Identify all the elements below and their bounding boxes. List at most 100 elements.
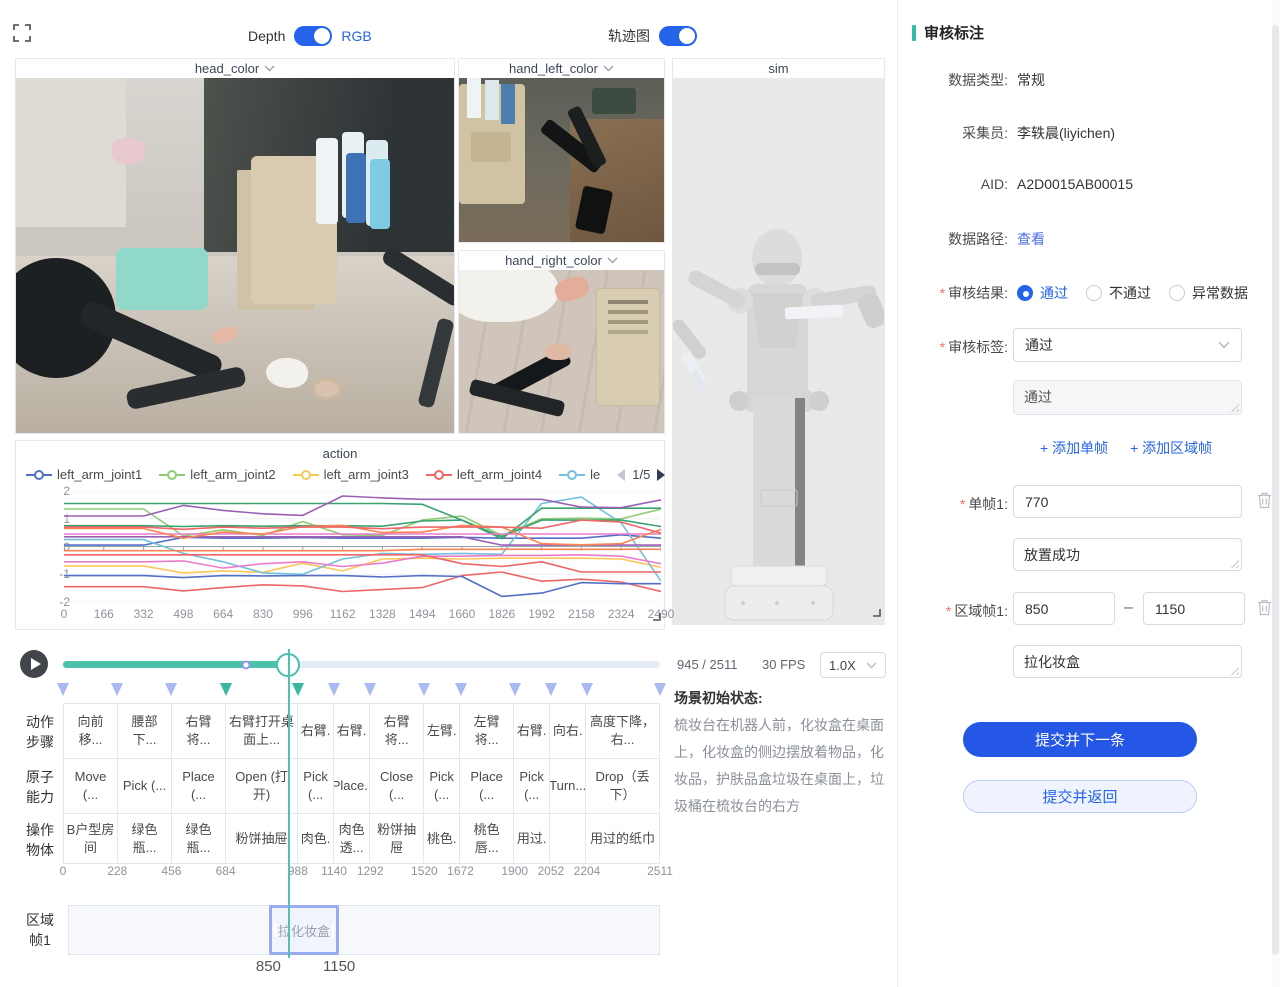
step-cell[interactable]: Place (... <box>172 759 226 813</box>
single-frame-dot[interactable] <box>242 660 251 669</box>
step-cell[interactable]: Pick (... <box>118 759 172 813</box>
legend-next-icon[interactable] <box>657 469 665 481</box>
step-cell[interactable]: 用过. <box>514 814 550 863</box>
step-cell[interactable]: Turn... <box>550 759 586 813</box>
depth-rgb-switch[interactable] <box>294 26 332 46</box>
timeline-marker[interactable] <box>418 683 430 696</box>
speed-select[interactable]: 1.0X <box>820 652 886 678</box>
timeline-marker[interactable] <box>292 683 304 696</box>
legend-item[interactable]: le <box>559 467 600 482</box>
step-cell[interactable]: Pick (... <box>298 759 334 813</box>
step-cell[interactable]: 高度下降，右... <box>586 704 659 758</box>
single-frame-note-textarea[interactable]: 放置成功 <box>1013 538 1242 571</box>
submit-next-button[interactable]: 提交并下一条 <box>963 722 1197 757</box>
single-frame-note-text: 放置成功 <box>1024 547 1080 563</box>
timeline-marker[interactable] <box>57 683 69 696</box>
scrollbar[interactable] <box>1271 0 1280 987</box>
review-panel-title: 审核标注 <box>912 22 984 43</box>
timeline-marker[interactable] <box>328 683 340 696</box>
resize-corner-icon[interactable] <box>651 608 661 626</box>
hand-left-camera-header[interactable]: hand_left_color <box>459 59 664 78</box>
review-tag-select[interactable]: 通过 <box>1013 328 1242 362</box>
radio-option-不通过[interactable]: 不通过 <box>1086 283 1151 303</box>
region-note-textarea[interactable]: 拉化妆盒 <box>1013 645 1242 678</box>
step-cell[interactable]: Drop（丢下） <box>586 759 659 813</box>
region-frame-box[interactable]: 拉化妆盒 <box>269 905 339 955</box>
frame-counter: 945 / 2511 <box>677 657 737 672</box>
step-cell[interactable]: 用过的纸巾 <box>586 814 659 863</box>
step-cell[interactable]: 右臂. <box>334 704 370 758</box>
step-cell[interactable]: 桃色唇... <box>460 814 514 863</box>
step-cell[interactable]: 肉色透... <box>334 814 370 863</box>
x-axis-labels: 0166332498664830996116213281494166018261… <box>64 607 661 623</box>
step-cell[interactable]: 绿色瓶... <box>172 814 226 863</box>
chart-title: action <box>16 441 664 461</box>
timeline-marker[interactable] <box>364 683 376 696</box>
step-cell[interactable]: 向前移... <box>64 704 118 758</box>
delete-single-frame-icon[interactable] <box>1257 492 1272 514</box>
legend-items: left_arm_joint1 left_arm_joint2 left_arm_j… <box>26 467 600 482</box>
timeline-marker[interactable] <box>111 683 123 696</box>
frame-axis-label: 2052 <box>538 864 565 878</box>
x-tick-label: 830 <box>253 607 273 621</box>
add-single-frame-link[interactable]: + 添加单帧 <box>1040 438 1108 458</box>
resize-corner-icon[interactable] <box>871 604 881 622</box>
timeline-marker[interactable] <box>581 683 593 696</box>
step-cell[interactable]: B户型房间 <box>64 814 118 863</box>
legend-item[interactable]: left_arm_joint4 <box>426 467 542 482</box>
step-cell[interactable]: 桃色. <box>424 814 460 863</box>
step-cell[interactable]: Move (... <box>64 759 118 813</box>
step-cell[interactable]: Pick (... <box>424 759 460 813</box>
single-frame-input[interactable]: 770 <box>1013 485 1242 518</box>
data-path-view-link[interactable]: 查看 <box>1017 229 1045 249</box>
timeline-marker[interactable] <box>455 683 467 696</box>
step-cell[interactable]: 左臂. <box>424 704 460 758</box>
step-cell[interactable]: 肉色. <box>298 814 334 863</box>
playhead-line[interactable] <box>288 649 290 958</box>
region-end-input[interactable]: 1150 <box>1143 592 1245 625</box>
step-cell[interactable]: 右臂将... <box>370 704 424 758</box>
step-cell[interactable]: Pick (... <box>514 759 550 813</box>
timeline-marker[interactable] <box>220 683 232 696</box>
table-row: B户型房间绿色瓶...绿色瓶...粉饼抽屉肉色.肉色透...粉饼抽屉桃色.桃色唇… <box>64 814 659 864</box>
playback-slider[interactable] <box>63 661 660 668</box>
review-tag-note-textarea[interactable]: 通过 <box>1013 380 1242 415</box>
legend-item[interactable]: left_arm_joint2 <box>159 467 275 482</box>
step-cell[interactable]: Place.. <box>334 759 370 813</box>
delete-region-frame-icon[interactable] <box>1257 599 1272 621</box>
legend-prev-icon[interactable] <box>617 469 625 481</box>
submit-back-button[interactable]: 提交并返回 <box>963 780 1197 813</box>
step-cell[interactable]: 右臂. <box>298 704 334 758</box>
add-region-frame-link[interactable]: + 添加区域帧 <box>1130 438 1212 458</box>
step-cell[interactable]: 右臂将... <box>172 704 226 758</box>
step-cell[interactable]: 腰部下... <box>118 704 172 758</box>
step-cell[interactable]: Close (... <box>370 759 424 813</box>
radio-option-异常数据[interactable]: 异常数据 <box>1169 283 1248 303</box>
timeline-marker[interactable] <box>545 683 557 696</box>
radio-option-通过[interactable]: 通过 <box>1017 283 1068 303</box>
trajectory-switch[interactable] <box>659 26 697 46</box>
play-button[interactable] <box>20 650 48 678</box>
legend-item[interactable]: left_arm_joint3 <box>293 467 409 482</box>
timeline-marker[interactable] <box>509 683 521 696</box>
region-frame-track[interactable]: 拉化妆盒 <box>68 905 660 955</box>
timeline-marker[interactable] <box>165 683 177 696</box>
step-cell[interactable] <box>550 814 586 863</box>
step-cell[interactable]: 粉饼抽屉 <box>370 814 424 863</box>
step-cell[interactable]: 右臂. <box>514 704 550 758</box>
step-cell[interactable]: 左臂将... <box>460 704 514 758</box>
timeline-marker[interactable] <box>654 683 666 696</box>
hand-right-camera-header[interactable]: hand_right_color <box>459 251 664 270</box>
step-cell[interactable]: 绿色瓶... <box>118 814 172 863</box>
hand-left-camera-title: hand_left_color <box>509 61 598 76</box>
scrollbar-thumb[interactable] <box>1272 25 1279 955</box>
head-camera-header[interactable]: head_color <box>16 59 454 78</box>
aid-label: AID: <box>908 176 1008 192</box>
step-cell[interactable]: 向右. <box>550 704 586 758</box>
sim-panel: sim <box>672 58 885 625</box>
step-cell[interactable]: Place (... <box>460 759 514 813</box>
legend-item[interactable]: left_arm_joint1 <box>26 467 142 482</box>
region-start-input[interactable]: 850 <box>1013 592 1115 625</box>
fullscreen-icon[interactable] <box>13 24 31 42</box>
legend-marker-icon <box>26 470 52 480</box>
